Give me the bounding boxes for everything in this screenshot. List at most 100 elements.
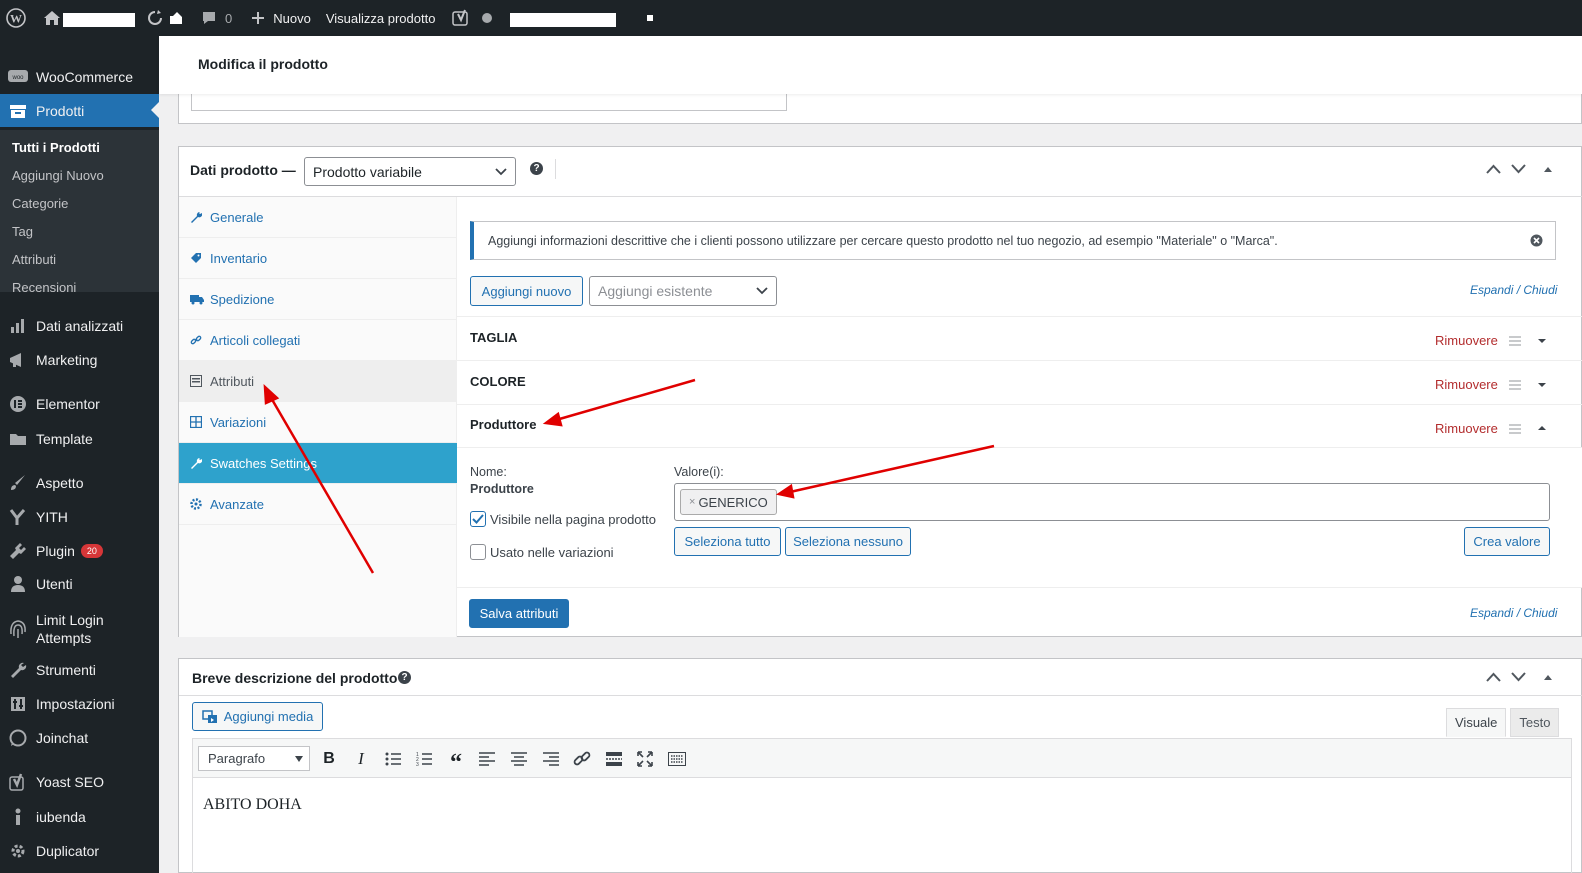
align-center-icon[interactable]	[508, 748, 530, 770]
visible-on-product-page-checkbox[interactable]: Visibile nella pagina prodotto	[470, 511, 656, 527]
collapse-triangle-icon[interactable]	[1542, 673, 1554, 681]
submenu-reviews[interactable]: Recensioni	[12, 280, 76, 295]
sidebar-item-label: iubenda	[36, 809, 86, 825]
collapse-link[interactable]: Chiudi	[1523, 606, 1557, 620]
tab-attributes[interactable]: Attributi	[179, 361, 457, 402]
blockquote-icon[interactable]: “	[445, 748, 467, 775]
expand-link[interactable]: Espandi	[1470, 606, 1513, 620]
used-for-variations-checkbox[interactable]: Usato nelle variazioni	[470, 544, 614, 560]
align-right-icon[interactable]	[540, 748, 562, 770]
sidebar-item-yith[interactable]: YITH	[0, 507, 159, 527]
sidebar-item-tools[interactable]: Strumenti	[0, 660, 159, 680]
submenu-all-products[interactable]: Tutti i Prodotti	[12, 140, 100, 155]
attribute-row-colore[interactable]: COLORE Rimuovere	[457, 360, 1582, 404]
product-type-select[interactable]: Prodotto variabile	[304, 157, 516, 186]
tab-linked-products[interactable]: Articoli collegati	[179, 320, 457, 361]
tab-variations[interactable]: Variazioni	[179, 402, 457, 443]
sidebar-item-users[interactable]: Utenti	[0, 574, 159, 594]
tab-text[interactable]: Testo	[1510, 708, 1560, 737]
read-more-icon[interactable]	[603, 748, 625, 770]
sidebar-item-template[interactable]: Template	[0, 429, 159, 449]
chevron-down-icon[interactable]	[1511, 672, 1526, 682]
sidebar-item-settings[interactable]: Impostazioni	[0, 694, 159, 714]
sidebar-item-iubenda[interactable]: iubenda	[0, 807, 159, 827]
select-none-button[interactable]: Seleziona nessuno	[785, 527, 911, 556]
expand-link[interactable]: Espandi	[1470, 283, 1513, 297]
yoast-adminbar-icon[interactable]	[442, 0, 477, 36]
view-product-link[interactable]: Visualizza prodotto	[318, 0, 443, 36]
submenu-add-new[interactable]: Aggiungi Nuovo	[12, 168, 104, 183]
tab-shipping[interactable]: Spedizione	[179, 279, 457, 320]
sidebar-item-label: Dati analizzati	[36, 318, 124, 334]
sidebar-item-marketing[interactable]: Marketing	[0, 350, 159, 370]
tab-general[interactable]: Generale	[179, 197, 457, 238]
drag-handle-icon[interactable]	[1509, 424, 1521, 434]
select-all-button[interactable]: Seleziona tutto	[674, 527, 781, 556]
help-icon[interactable]: ?	[530, 162, 543, 175]
tab-advanced[interactable]: Avanzate	[179, 484, 457, 525]
add-existing-attribute-select[interactable]: Aggiungi esistente	[589, 276, 777, 306]
sidebar-item-duplicator[interactable]: Duplicator	[0, 841, 159, 861]
sidebar-item-plugins[interactable]: Plugin 20	[0, 541, 159, 561]
site-home[interactable]	[33, 0, 142, 36]
drag-handle-icon[interactable]	[1509, 336, 1521, 346]
align-left-icon[interactable]	[476, 748, 498, 770]
submenu-tags[interactable]: Tag	[12, 224, 33, 239]
editor-content: ABITO DOHA	[203, 796, 302, 813]
create-value-button[interactable]: Crea valore	[1464, 527, 1550, 556]
sidebar-item-elementor[interactable]: Elementor	[0, 394, 159, 414]
tab-inventory[interactable]: Inventario	[179, 238, 457, 279]
drag-handle-icon[interactable]	[1509, 380, 1521, 390]
add-media-button[interactable]: Aggiungi media	[192, 702, 323, 731]
italic-icon[interactable]: I	[350, 748, 372, 770]
remove-token-icon[interactable]: ×	[689, 496, 695, 508]
format-select[interactable]: Paragrafo	[198, 746, 310, 771]
sidebar-item-analytics[interactable]: Dati analizzati	[0, 316, 159, 336]
help-icon[interactable]: ?	[398, 671, 411, 684]
numbered-list-icon[interactable]: 123	[413, 748, 435, 770]
dismiss-icon[interactable]	[1530, 234, 1543, 247]
sidebar-item-woocommerce[interactable]: woo WooCommerce	[0, 67, 159, 87]
fullscreen-icon[interactable]	[634, 748, 656, 770]
add-new-attribute-button[interactable]: Aggiungi nuovo	[470, 276, 583, 306]
toolbar-toggle-icon[interactable]	[666, 748, 688, 770]
caret-down-icon[interactable]	[1537, 382, 1547, 388]
updates-item[interactable]	[142, 0, 189, 36]
tab-visual[interactable]: Visuale	[1446, 708, 1507, 737]
remove-attribute-link[interactable]: Rimuovere	[1435, 377, 1498, 392]
attribute-values-input[interactable]: × GENERICO	[674, 483, 1550, 521]
new-content-item[interactable]: Nuovo	[239, 0, 318, 36]
redacted-user-area[interactable]	[500, 0, 623, 36]
sidebar-item-yoast[interactable]: Yoast SEO	[0, 772, 159, 792]
submenu-attributes[interactable]: Attributi	[12, 252, 56, 267]
sidebar-item-joinchat[interactable]: Joinchat	[0, 728, 159, 748]
comments-item[interactable]: 0	[189, 0, 239, 36]
tab-swatches-settings[interactable]: Swatches Settings	[179, 443, 457, 484]
marketing-icon	[0, 352, 36, 368]
wrench-icon	[190, 457, 210, 469]
wordpress-logo-icon[interactable]: W	[0, 0, 33, 36]
sidebar-item-appearance[interactable]: Aspetto	[0, 473, 159, 493]
save-attributes-button[interactable]: Salva attributi	[469, 599, 569, 628]
link-icon[interactable]	[571, 748, 593, 770]
collapse-link[interactable]: Chiudi	[1523, 283, 1557, 297]
remove-attribute-link[interactable]: Rimuovere	[1435, 333, 1498, 348]
bullet-list-icon[interactable]	[382, 748, 404, 770]
chevron-up-icon[interactable]	[1486, 164, 1501, 174]
attribute-row-taglia[interactable]: TAGLIA Rimuovere	[457, 316, 1582, 360]
caret-up-icon[interactable]	[1537, 425, 1547, 431]
sidebar-item-limit-login[interactable]: Limit Login Attempts	[0, 610, 159, 648]
collapse-triangle-icon[interactable]	[1542, 165, 1554, 173]
caret-down-icon[interactable]	[1537, 338, 1547, 344]
checkbox-unchecked[interactable]	[470, 544, 486, 560]
chevron-down-icon[interactable]	[1511, 164, 1526, 174]
submenu-categories[interactable]: Categorie	[12, 196, 68, 211]
attribute-row-produttore[interactable]: Produttore Rimuovere	[457, 404, 1582, 448]
checkbox-checked[interactable]	[470, 511, 486, 527]
editor-content-area[interactable]: ABITO DOHA	[192, 778, 1572, 873]
value-token[interactable]: × GENERICO	[680, 489, 777, 515]
remove-attribute-link[interactable]: Rimuovere	[1435, 421, 1498, 436]
sidebar-item-products[interactable]: Prodotti	[0, 94, 159, 127]
chevron-up-icon[interactable]	[1486, 672, 1501, 682]
bold-icon[interactable]: B	[318, 748, 340, 770]
